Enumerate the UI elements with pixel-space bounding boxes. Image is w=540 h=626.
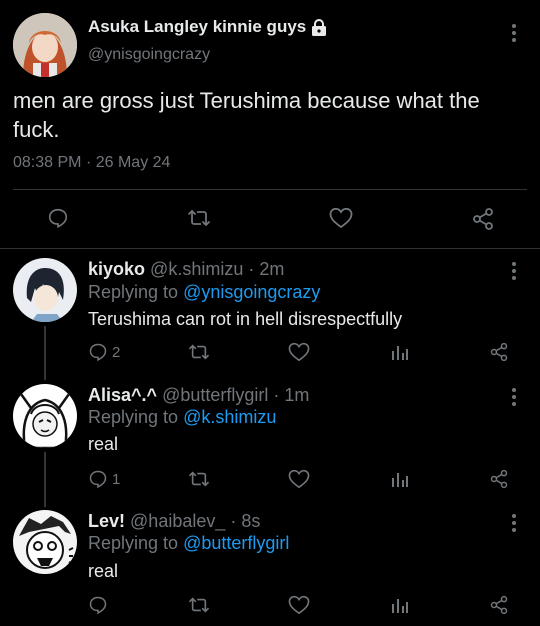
views-button[interactable]: [390, 595, 410, 615]
retweet-button[interactable]: [188, 469, 210, 489]
thread-line: [44, 452, 46, 507]
reply-display-name[interactable]: Lev!: [88, 511, 125, 531]
more-icon[interactable]: [511, 514, 517, 535]
replying-to-link[interactable]: @butterflygirl: [183, 533, 289, 553]
reply-button[interactable]: [88, 595, 108, 615]
replying-to-line: Replying to @k.shimizu: [88, 407, 276, 428]
views-button[interactable]: [390, 342, 410, 362]
like-icon: [288, 469, 310, 489]
views-icon: [392, 473, 408, 487]
divider: [0, 248, 540, 249]
main-date: 26 May 24: [95, 154, 171, 171]
reply-header: Lev! @haibalev_ · 8s: [88, 511, 260, 532]
main-display-name-row: Asuka Langley kinnie guys: [88, 17, 327, 37]
share-button[interactable]: [489, 469, 509, 489]
reply-count: 1: [112, 470, 121, 488]
timestamp-separator: ·: [85, 154, 92, 171]
divider: [13, 189, 527, 190]
views-button[interactable]: [390, 469, 410, 489]
lock-icon: [311, 18, 327, 36]
like-button[interactable]: [329, 207, 353, 229]
views-icon: [392, 346, 408, 360]
more-icon[interactable]: [511, 24, 517, 45]
main-tweet-text: men are gross just Terushima because wha…: [13, 88, 480, 142]
header-separator: ·: [273, 385, 280, 405]
replying-to-link[interactable]: @k.shimizu: [183, 407, 276, 427]
retweet-button[interactable]: [188, 595, 210, 615]
share-icon: [490, 469, 508, 489]
like-icon: [288, 595, 310, 615]
views-icon: [392, 599, 408, 613]
replying-to-link[interactable]: @ynisgoingcrazy: [183, 282, 320, 302]
replying-to-line: Replying to @ynisgoingcrazy: [88, 282, 320, 303]
like-icon: [288, 342, 310, 362]
retweet-icon: [187, 209, 211, 227]
main-time: 08:38 PM: [13, 154, 82, 171]
reply-button[interactable]: 2: [88, 342, 120, 362]
main-handle[interactable]: @ynisgoingcrazy: [88, 46, 210, 64]
reply-header: Alisa^.^ @butterflygirl · 1m: [88, 385, 309, 406]
more-icon[interactable]: [511, 262, 517, 283]
reply-handle[interactable]: @butterflygirl: [162, 385, 268, 405]
share-icon: [490, 595, 508, 615]
reply-text: real: [88, 434, 119, 454]
replying-to-label: Replying to: [88, 407, 179, 427]
share-button[interactable]: [489, 342, 509, 362]
retweet-button[interactable]: [187, 207, 211, 229]
reply-header: kiyoko @k.shimizu · 2m: [88, 259, 284, 280]
replying-to-label: Replying to: [88, 533, 179, 553]
header-separator: ·: [230, 511, 237, 531]
reply-time: 8s: [241, 511, 261, 531]
replying-to-label: Replying to: [88, 282, 179, 302]
reply-icon: [48, 208, 68, 229]
like-button[interactable]: [288, 342, 310, 362]
header-separator: ·: [248, 259, 255, 279]
reply-handle[interactable]: @k.shimizu: [150, 259, 243, 279]
share-button[interactable]: [489, 595, 509, 615]
reply-display-name[interactable]: kiyoko: [88, 259, 145, 279]
reply-avatar[interactable]: [13, 258, 77, 322]
reply-text: real: [88, 561, 119, 581]
reply-button[interactable]: [47, 207, 69, 229]
reply-icon: [89, 596, 107, 615]
retweet-icon: [188, 471, 210, 487]
like-button[interactable]: [288, 469, 310, 489]
reply-icon: [89, 470, 107, 489]
retweet-icon: [188, 344, 210, 360]
retweet-icon: [188, 597, 210, 613]
share-button[interactable]: [471, 207, 495, 231]
main-timestamp: 08:38 PM · 26 May 24: [13, 154, 170, 172]
reply-avatar[interactable]: [13, 384, 77, 448]
reply-handle[interactable]: @haibalev_: [130, 511, 225, 531]
more-icon[interactable]: [511, 388, 517, 409]
thread-line: [44, 326, 46, 380]
main-display-name[interactable]: Asuka Langley kinnie guys: [88, 17, 306, 37]
reply-avatar[interactable]: [13, 510, 77, 574]
like-button[interactable]: [288, 595, 310, 615]
reply-text: Terushima can rot in hell disrespectfull…: [88, 309, 403, 329]
reply-time: 1m: [284, 385, 310, 405]
retweet-button[interactable]: [188, 342, 210, 362]
reply-button[interactable]: 1: [88, 469, 120, 489]
reply-time: 2m: [259, 259, 285, 279]
share-icon: [473, 208, 493, 230]
like-icon: [329, 207, 353, 229]
reply-icon: [89, 343, 107, 362]
reply-display-name[interactable]: Alisa^.^: [88, 385, 157, 405]
reply-count: 2: [112, 343, 121, 361]
share-icon: [490, 342, 508, 362]
main-avatar[interactable]: [13, 13, 77, 77]
replying-to-line: Replying to @butterflygirl: [88, 533, 289, 554]
